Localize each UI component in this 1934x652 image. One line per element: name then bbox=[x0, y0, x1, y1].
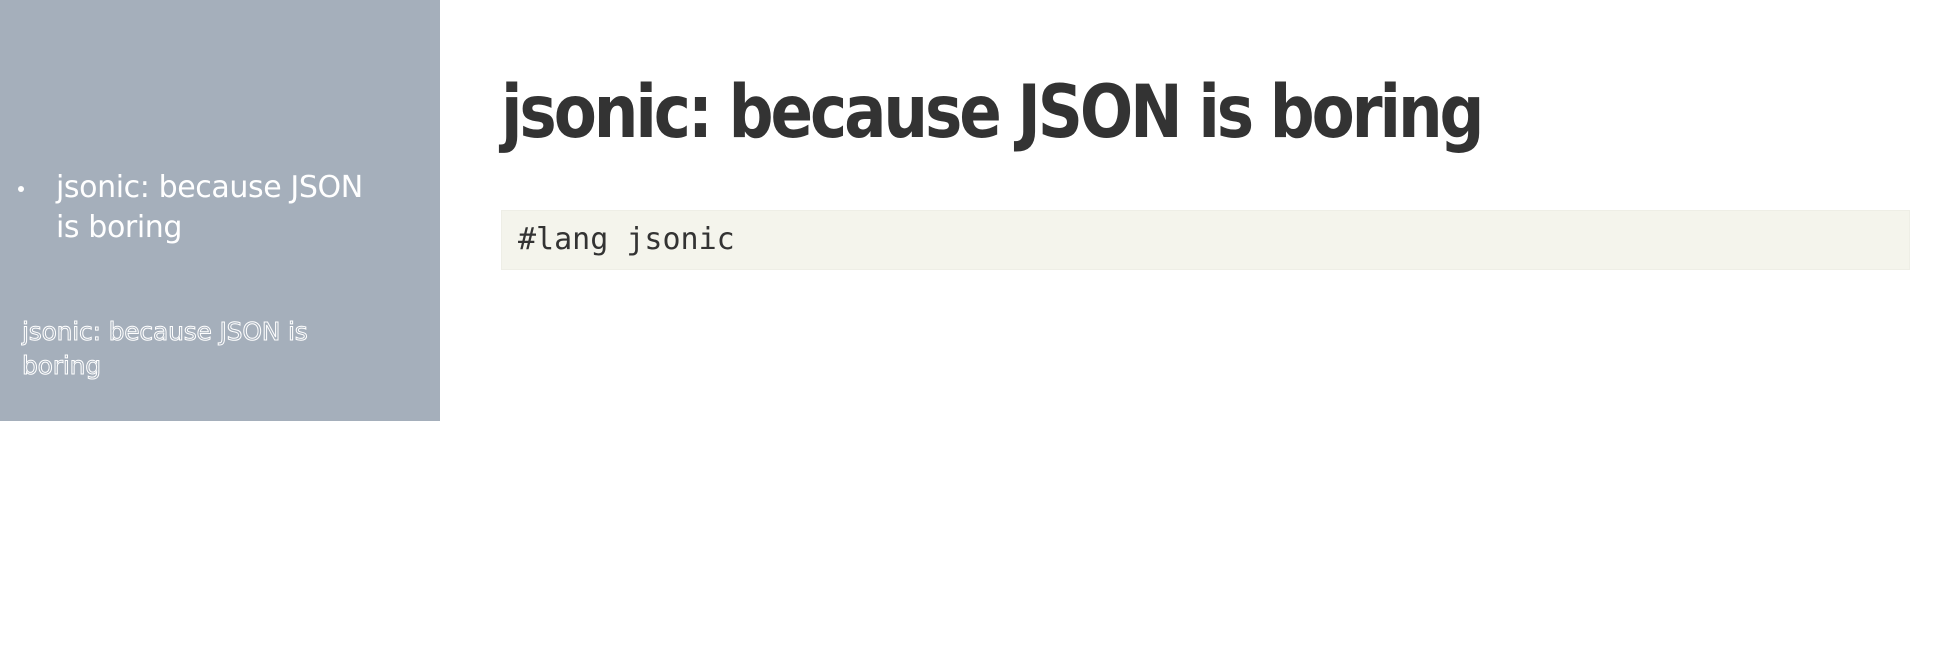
sidebar-subtitle: jsonic: because JSON is boring bbox=[22, 317, 309, 381]
table-of-contents: jsonic: because JSON is boring bbox=[14, 168, 374, 248]
bullet-icon bbox=[18, 186, 24, 192]
toc-item-main[interactable]: jsonic: because JSON is boring bbox=[14, 168, 374, 248]
code-line: #lang jsonic bbox=[518, 222, 735, 257]
main-content: jsonic: because JSON is boring #lang jso… bbox=[501, 0, 1911, 652]
page-title: jsonic: because JSON is boring bbox=[501, 70, 1484, 155]
code-block: #lang jsonic bbox=[501, 210, 1910, 270]
toc-link-main[interactable]: jsonic: because JSON is boring bbox=[56, 168, 374, 248]
sidebar: jsonic: because JSON is boring jsonic: b… bbox=[0, 0, 440, 421]
